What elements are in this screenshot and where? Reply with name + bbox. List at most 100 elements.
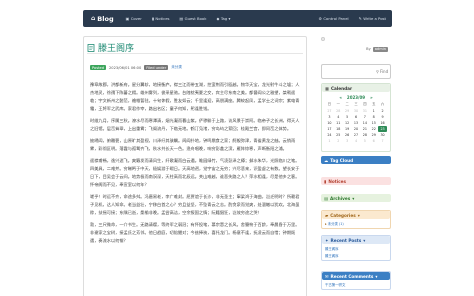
recent-comments-panel: ✉ Recent Comments ▾ 千古第一骈文 [321, 271, 391, 290]
calendar-weekday: 三 [354, 102, 358, 106]
calendar-weekday: 六 [380, 102, 385, 106]
recent-comments-header[interactable]: ✉ Recent Comments ▾ [322, 272, 390, 280]
recent-posts-panel: ✦ Recent Posts ▾ 滕王阁序 滕王阁序 [321, 235, 391, 261]
cloud-icon: ☁ [324, 157, 329, 163]
archive-icon: ▤ [324, 195, 328, 201]
prev-month-icon[interactable]: « [339, 95, 342, 100]
tag-cloud-header[interactable]: ☁ Tag Cloud [321, 156, 391, 164]
calendar-day[interactable]: 5 [360, 138, 369, 144]
post-paragraph: 勃，三尺微命，一介书生。无路请缨，等终军之弱冠；有怀投笔，慕宗悫之长风。舍簪笏于… [90, 222, 300, 243]
calendar-weekdays: 日一 二 三 四 五六 [322, 100, 390, 108]
calendar-days: 27 28 29 30 31 1 2 3 4 5 6 7 8 9 10 11 12 13 14 15 16 17 18 19 2… [322, 108, 390, 145]
author-name[interactable]: admin [372, 47, 388, 52]
nav-item-guest-book[interactable]: ▤ Guest Book [180, 16, 207, 21]
post-paragraph: 遥襟甫畅，逸兴遄飞。爽籁发而清风生，纤歌凝而白云遏。睢园绿竹，气凌彭泽之樽；邺水… [90, 158, 300, 187]
archives-header[interactable]: ▤ Archives ▾ [321, 194, 391, 202]
recent-post-item[interactable]: 滕王阁序 [322, 251, 390, 260]
chevron-down-icon: ▾ [375, 273, 378, 279]
post-paragraph: 豫章故郡，洪都新府。星分翼轸，地接衡庐。襟三江而带五湖，控蛮荆而引瓯越。物华天宝… [90, 82, 300, 111]
filed-under-badge: Filed under [144, 65, 169, 71]
tag-cloud-title: Tag Cloud [330, 157, 354, 163]
brand[interactable]: ⌂ Blog [91, 15, 114, 23]
posted-badge: Posted [90, 65, 107, 71]
nav-item-label: Cover [130, 16, 142, 21]
nav-item-tag[interactable]: ◆ Tag ▾ [216, 16, 230, 21]
calendar-day[interactable]: 6 [369, 138, 378, 144]
calendar-panel: ▦ Calendar « 2023/09 » 日一二三四五六 27 28 29 30 3… [321, 83, 391, 152]
comment-icon: ✉ [325, 273, 329, 279]
folder-open-icon: ▸ [325, 221, 327, 226]
nav-item-label: Write a Post [363, 16, 386, 21]
post-category-link[interactable]: 未分类 [171, 65, 182, 70]
calendar-weekday: 五 [372, 102, 376, 106]
calendar-weekday: 日 [327, 102, 332, 106]
author-box: By admin [321, 36, 391, 56]
nav-item-control-panel[interactable]: ⚙ Control Panel [319, 16, 349, 21]
gear-icon: ⚙ [318, 16, 322, 21]
notices-title: Notices [328, 178, 346, 184]
pin-icon: ✦ [325, 237, 329, 243]
post-date: 2023/06/01 06:00 [109, 65, 142, 70]
calendar-day[interactable]: 7 [378, 138, 387, 144]
search-box: ⚲ Find [321, 64, 391, 79]
recent-comments-title: Recent Comments [330, 273, 374, 279]
avatar [321, 37, 325, 41]
calendar-title: Calendar [330, 85, 353, 91]
tag-cloud-panel: ☁ Tag Cloud [321, 156, 391, 164]
notices-header[interactable]: ▮ Notices [321, 177, 391, 185]
calendar-weekday: 一 [336, 102, 340, 106]
image-icon: ▣ [125, 16, 130, 21]
nav-item-notices[interactable]: ▮ Notices [152, 16, 170, 21]
search-button-label: Find [379, 69, 389, 74]
nav-item-write-post[interactable]: ✎ Write a Post [359, 16, 386, 21]
post-paragraph: 披绣闼，俯雕甍，山原旷其盈视，川泽纡其骇瞩。闾阎扑地，钟鸣鼎食之家；舸舰弥津，青… [90, 138, 296, 151]
recent-posts-header[interactable]: ✦ Recent Posts ▾ [322, 236, 390, 244]
post-meta: Posted 2023/06/01 06:00 Filed under 未分类 [90, 65, 182, 71]
calendar-weekday: 四 [363, 102, 367, 106]
next-month-icon[interactable]: » [370, 95, 373, 100]
calendar-day[interactable]: 2 [334, 138, 343, 144]
nav-item-cover[interactable]: ▣ Cover [126, 16, 142, 21]
book-icon: ▤ [179, 16, 184, 21]
tag-icon: ◆ [216, 16, 220, 21]
categories-header[interactable]: ▰ Categories ▾ [322, 211, 390, 219]
search-input[interactable] [322, 65, 376, 78]
nav-item-label: Guest Book [184, 16, 207, 21]
recent-comment-item[interactable]: 千古第一骈文 [322, 280, 390, 289]
nav-item-label: Control Panel [323, 16, 349, 21]
categories-title: Categories [330, 212, 356, 218]
chevron-down-icon: ▾ [357, 212, 360, 218]
pencil-icon: ✎ [358, 16, 362, 21]
nav-item-label: Notices [155, 16, 170, 21]
calendar-weekday: 二 [345, 102, 349, 106]
recent-post-item[interactable]: 滕王阁序 [322, 244, 390, 251]
folder-icon: ▰ [325, 212, 329, 218]
category-item[interactable]: ▸ 未分类 (1) [322, 219, 390, 228]
archives-title: Archives [329, 195, 351, 201]
category-label: 未分类 (1) [327, 222, 344, 226]
document-icon [87, 43, 95, 52]
post-paragraph: 时维九月，序属三秋。潦水尽而寒潭清，烟光凝而暮山紫。俨骖騑于上路，访风景于崇阿。… [90, 118, 300, 131]
post-content: 豫章故郡，洪都新府。星分翼轸，地接衡庐。襟三江而带五湖，控蛮荆而引瓯越。物华天宝… [90, 81, 302, 249]
calendar-month: 2023/09 [346, 95, 366, 100]
calendar-icon: ▦ [325, 85, 329, 91]
chevron-down-icon: ▾ [352, 195, 355, 201]
post-paragraph: 嗟乎！时运不齐，命途多舛。冯唐易老，李广难封。屈贾谊于长沙，非无圣主；窜梁鸿于海… [90, 194, 300, 215]
calendar-day[interactable]: 3 [343, 138, 352, 144]
home-icon: ⌂ [91, 15, 96, 22]
archives-panel: ▤ Archives ▾ [321, 194, 391, 202]
brand-label: Blog [97, 14, 114, 23]
nav-item-label: Tag ▾ [220, 16, 231, 21]
calendar-day[interactable]: 4 [352, 138, 361, 144]
recent-posts-title: Recent Posts [330, 237, 362, 243]
chevron-down-icon: ▾ [363, 237, 366, 243]
calendar-header: ▦ Calendar [322, 84, 390, 92]
search-icon: ⚲ [376, 69, 379, 74]
title-divider [87, 53, 303, 54]
bookmark-icon: ▮ [324, 178, 327, 184]
search-button[interactable]: ⚲ Find [376, 69, 388, 74]
bookmark-icon: ▮ [151, 16, 154, 21]
top-navbar: ⌂ Blog ▣ Cover ▮ Notices ▤ Guest Book ◆ … [83, 10, 392, 27]
categories-panel: ▰ Categories ▾ ▸ 未分类 (1) [321, 210, 391, 229]
calendar-day[interactable]: 1 [325, 138, 334, 144]
